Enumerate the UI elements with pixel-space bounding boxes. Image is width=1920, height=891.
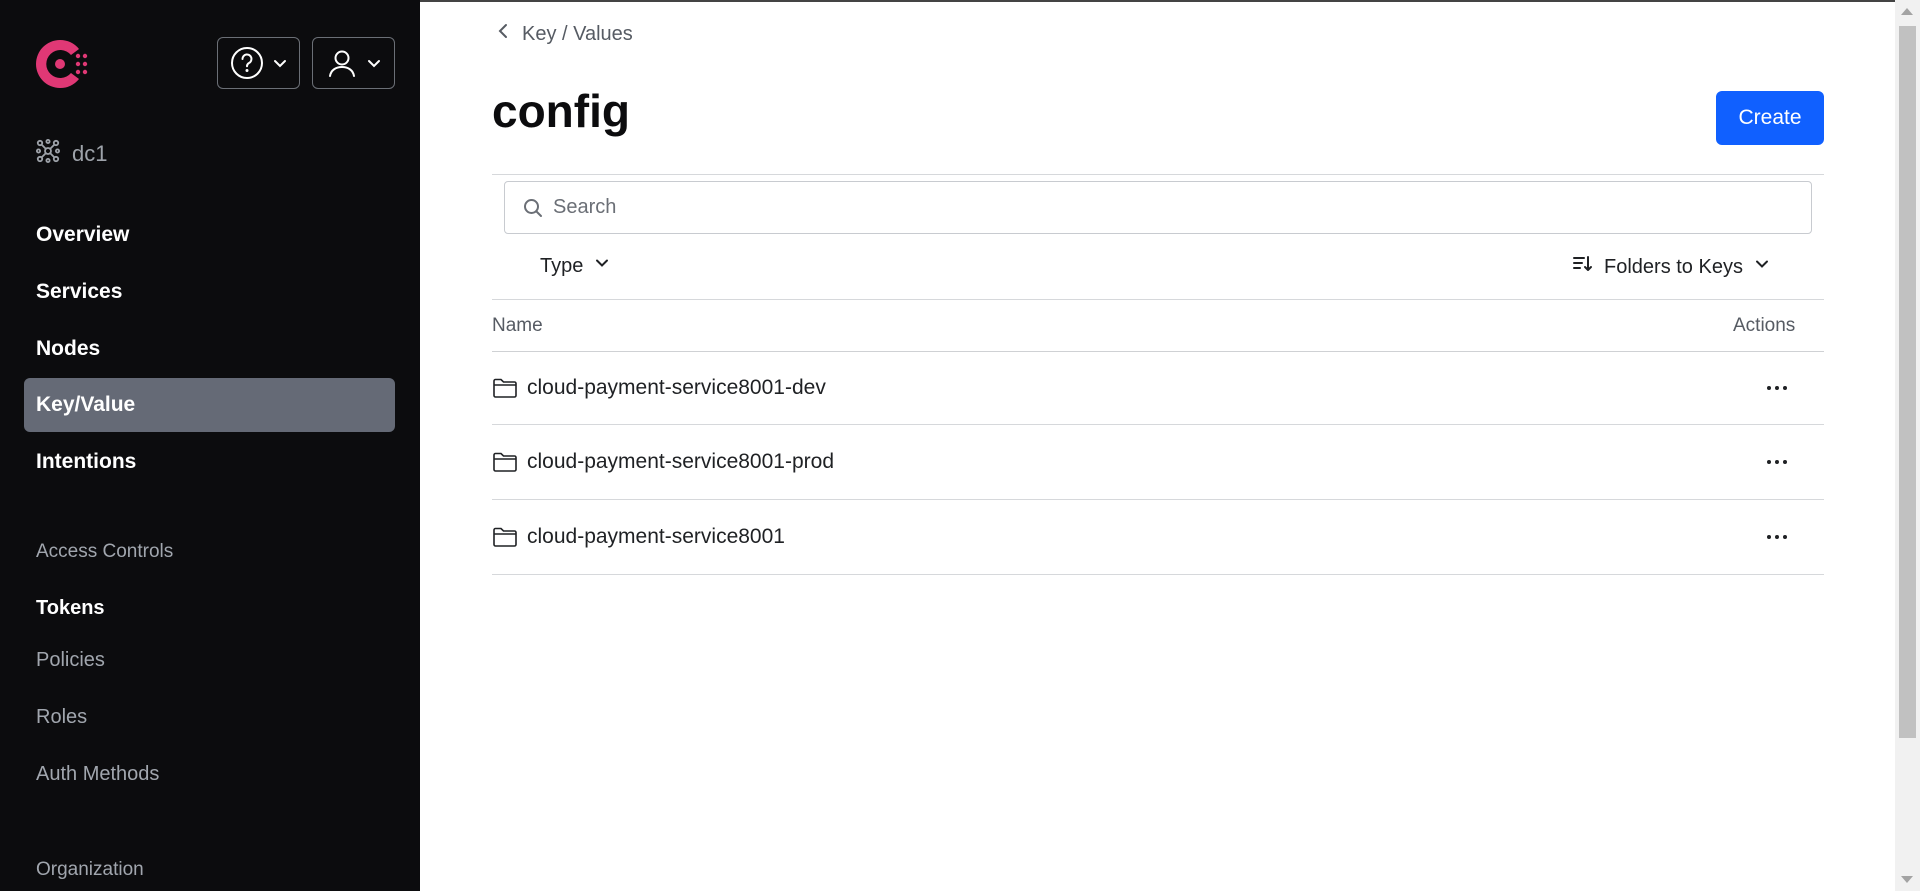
sort-dropdown[interactable]: Folders to Keys [1572,254,1771,280]
nav-item-overview[interactable]: Overview [24,208,395,262]
folder-icon [492,377,518,399]
scroll-thumb[interactable] [1899,26,1916,738]
more-horizontal-icon[interactable] [1757,522,1797,552]
breadcrumb-link[interactable]: Key / Values [522,23,633,46]
sort-label: Folders to Keys [1604,255,1743,278]
help-menu-button[interactable] [217,37,300,89]
key-name[interactable]: cloud-payment-service8001 [527,525,785,549]
nav-item-key-value[interactable]: Key/Value [24,378,395,432]
nav-item-services[interactable]: Services [24,265,395,319]
chevron-down-icon [366,55,382,71]
scroll-down-arrow[interactable] [1901,876,1913,883]
chevron-down-icon [593,254,611,278]
folder-icon [492,526,518,548]
nav-item-nodes[interactable]: Nodes [24,322,395,376]
row-divider [492,574,1824,575]
folder-icon [492,451,518,473]
consul-logo-icon[interactable] [30,34,90,94]
chevron-down-icon [272,55,288,71]
search-field[interactable] [504,181,1812,234]
more-horizontal-icon[interactable] [1757,447,1797,477]
chevron-down-icon [1753,255,1771,279]
datacenter-icon [35,138,60,169]
organization-heading: Organization [36,859,144,880]
table-row[interactable]: cloud-payment-service8001-dev [492,351,1824,425]
key-name[interactable]: cloud-payment-service8001-prod [527,450,834,474]
type-filter-label: Type [540,254,584,277]
scroll-up-arrow[interactable] [1901,8,1913,15]
top-border [420,0,1895,2]
breadcrumb[interactable]: Key / Values [496,22,633,46]
help-icon [230,46,264,80]
table-row[interactable]: cloud-payment-service8001 [492,500,1824,574]
search-icon [523,198,543,218]
user-icon [326,47,358,79]
filter-divider [492,299,1824,300]
column-header-actions: Actions [1733,315,1796,336]
datacenter-label: dc1 [72,141,108,166]
key-name[interactable]: cloud-payment-service8001-dev [527,376,826,400]
header-divider [492,174,1824,175]
chevron-left-icon [496,22,510,46]
nav-item-intentions[interactable]: Intentions [24,435,395,489]
nav-item-roles[interactable]: Roles [36,706,87,729]
create-button[interactable]: Create [1716,91,1824,145]
nav-item-tokens[interactable]: Tokens [36,597,105,620]
vertical-scrollbar[interactable] [1895,0,1920,891]
sidebar: dc1 Overview Services Nodes Key/Value In… [0,0,420,891]
more-horizontal-icon[interactable] [1757,373,1797,403]
table-row[interactable]: cloud-payment-service8001-prod [492,425,1824,499]
datacenter-selector[interactable]: dc1 [35,138,108,170]
sort-icon [1572,254,1594,280]
search-input[interactable] [543,182,1811,233]
access-controls-heading: Access Controls [36,541,174,562]
column-header-name: Name [492,315,543,336]
nav-item-policies[interactable]: Policies [36,649,105,672]
user-menu-button[interactable] [312,37,395,89]
nav-item-auth-methods[interactable]: Auth Methods [36,763,159,786]
type-filter-dropdown[interactable]: Type [540,254,611,278]
page-title: config [492,85,630,137]
